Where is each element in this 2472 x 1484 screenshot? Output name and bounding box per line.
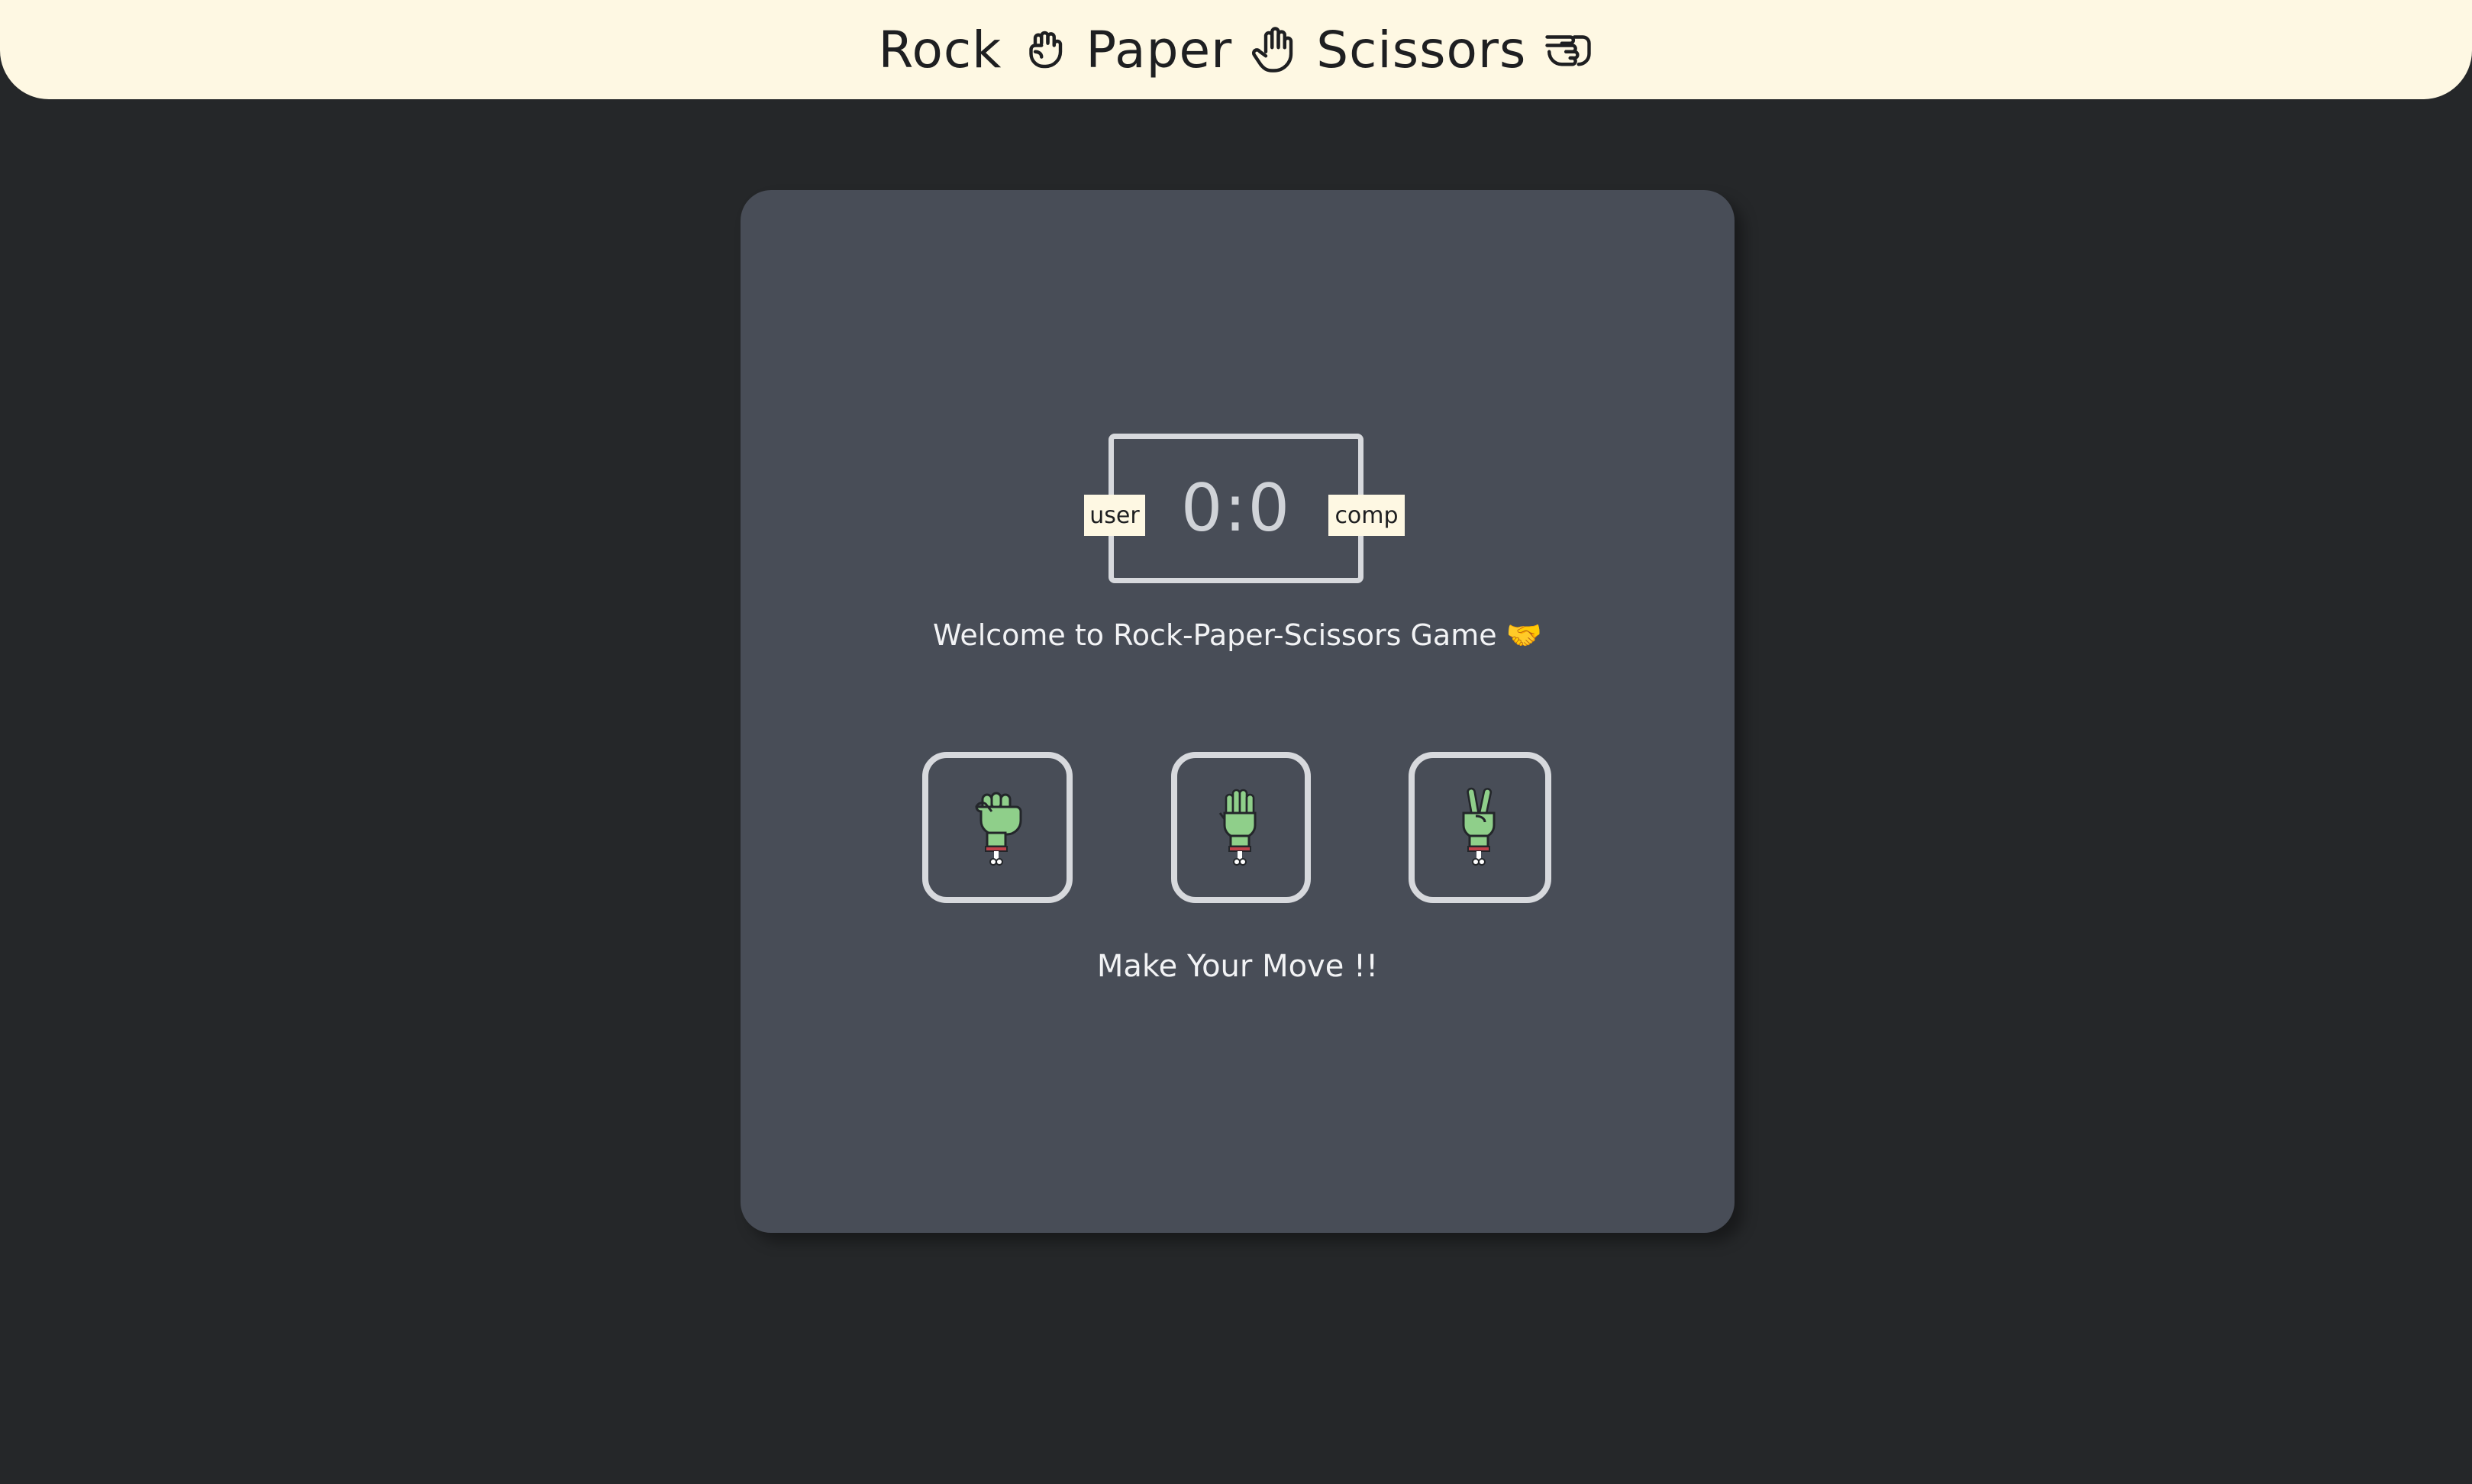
- move-prompt: Make Your Move !!: [1096, 949, 1379, 984]
- zombie-peace-hand-icon: [1462, 787, 1495, 866]
- zombie-open-hand-icon: [1218, 789, 1256, 866]
- welcome-message: Welcome to Rock-Paper-Scissors Game 🤝: [932, 618, 1543, 652]
- score-display: 0:0: [1180, 470, 1292, 547]
- user-score-label: user: [1084, 495, 1145, 536]
- title-word-rock: Rock: [878, 20, 1002, 79]
- raised-hand-outline-icon: [1249, 24, 1299, 75]
- scoreboard: 0:0: [1109, 434, 1363, 583]
- raised-fist-outline-icon: [1018, 24, 1069, 75]
- paper-choice-button[interactable]: [1171, 752, 1311, 903]
- title-word-paper: Paper: [1086, 20, 1233, 79]
- rock-choice-button[interactable]: [922, 752, 1073, 903]
- scissors-hand-outline-icon: [1543, 24, 1593, 75]
- page-title: Rock Paper Scissors: [879, 21, 1594, 79]
- comp-score-label: comp: [1328, 495, 1405, 536]
- scissors-choice-button[interactable]: [1409, 752, 1551, 903]
- game-panel: [741, 190, 1735, 1233]
- title-word-scissors: Scissors: [1316, 20, 1527, 79]
- zombie-fist-icon: [974, 792, 1021, 866]
- page-header: Rock Paper Scissors: [0, 0, 2472, 99]
